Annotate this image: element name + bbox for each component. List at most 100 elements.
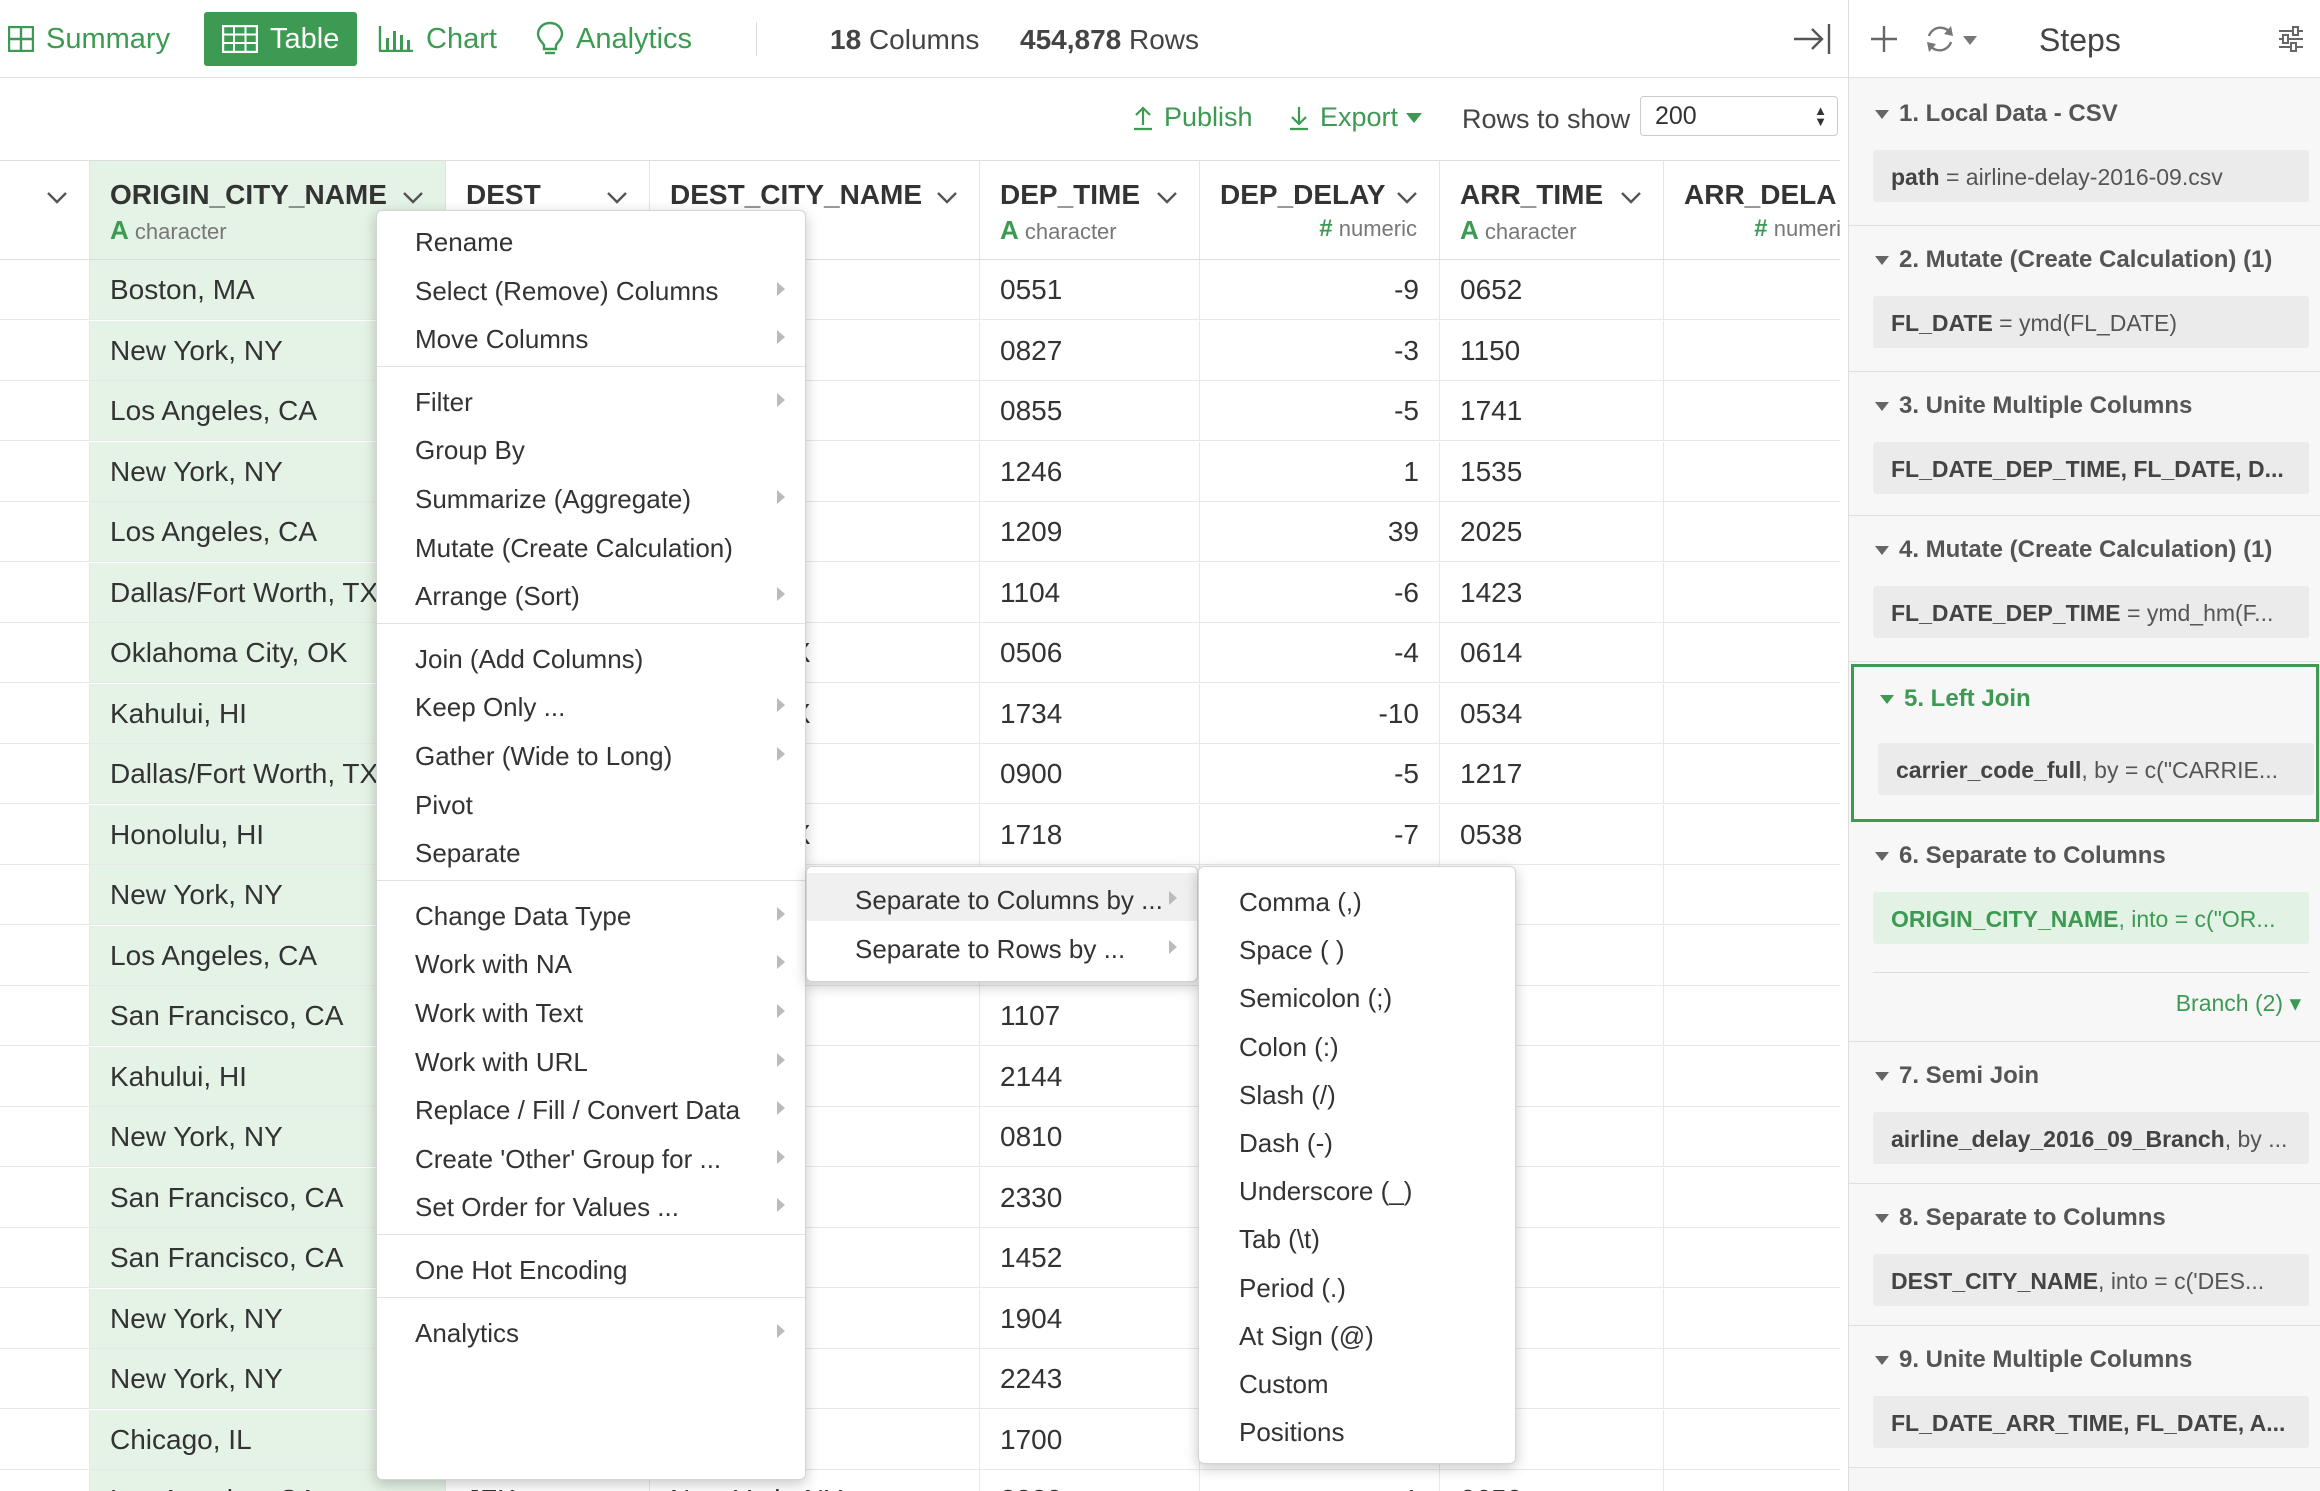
table-cell[interactable]: 0650: [1440, 1470, 1664, 1491]
menu-item[interactable]: Change Data Type: [377, 889, 805, 937]
menu-item[interactable]: Separate: [377, 826, 805, 874]
table-cell[interactable]: [1664, 1168, 1840, 1228]
table-cell[interactable]: [1664, 805, 1840, 865]
step-detail[interactable]: FL_DATE_ARR_TIME, FL_DATE, A...: [1873, 1396, 2309, 1448]
collapse-panel-icon[interactable]: [1792, 22, 1832, 56]
menu-item[interactable]: Move Columns: [377, 312, 805, 360]
step-detail[interactable]: carrier_code_full, by = c("CARRIE...: [1878, 743, 2314, 795]
table-cell[interactable]: -4: [1200, 623, 1440, 683]
table-cell[interactable]: 0506: [980, 623, 1200, 683]
tab-table[interactable]: Table: [204, 12, 358, 66]
column-header[interactable]: DEP_DELAY # numeric: [1200, 160, 1440, 260]
table-cell[interactable]: [0, 441, 90, 502]
column-menu-chevron-icon[interactable]: [606, 191, 628, 210]
expand-triangle-icon[interactable]: [1880, 695, 1894, 704]
step-item[interactable]: 9. Unite Multiple Columns FL_DATE_ARR_TIM…: [1849, 1326, 2320, 1468]
table-cell[interactable]: [0, 1107, 90, 1167]
menu-item[interactable]: Group By: [377, 423, 805, 471]
table-cell[interactable]: [0, 502, 90, 562]
table-cell[interactable]: [1664, 1349, 1840, 1409]
table-cell[interactable]: [0, 986, 90, 1046]
step-item[interactable]: 6. Separate to Columns ORIGIN_CITY_NAME, …: [1849, 822, 2320, 1042]
separate-submenu-item[interactable]: Separate to Rows by ...: [807, 922, 1197, 970]
tab-chart[interactable]: Chart: [378, 12, 497, 66]
step-item[interactable]: 3. Unite Multiple Columns FL_DATE_DEP_TIM…: [1849, 372, 2320, 516]
table-cell[interactable]: 0538: [1440, 804, 1664, 865]
settings-sliders-icon[interactable]: [2277, 26, 2305, 52]
separate-submenu-item[interactable]: Separate to Columns by ...: [807, 873, 1197, 921]
table-cell[interactable]: [0, 744, 90, 804]
table-cell[interactable]: [1664, 1047, 1840, 1107]
table-cell[interactable]: [0, 925, 90, 986]
table-cell[interactable]: -10: [1200, 683, 1440, 744]
column-header[interactable]: ARR_TIME A character: [1440, 160, 1664, 260]
table-cell[interactable]: 0810: [980, 1107, 1200, 1167]
step-detail[interactable]: DEST_CITY_NAME, into = c('DES...: [1873, 1254, 2309, 1306]
branch-dropdown[interactable]: Branch (2) ▾: [2176, 990, 2301, 1017]
table-cell[interactable]: 2144: [980, 1046, 1200, 1107]
table-cell[interactable]: 2330: [980, 1167, 1200, 1228]
step-item[interactable]: 5. Left Join carrier_code_full, by = c("C…: [1851, 664, 2319, 822]
table-cell[interactable]: [0, 623, 90, 683]
table-cell[interactable]: 2243: [980, 1349, 1200, 1409]
table-cell[interactable]: [1664, 865, 1840, 925]
delimiter-option[interactable]: Semicolon (;): [1199, 971, 1515, 1019]
table-cell[interactable]: [1664, 744, 1840, 804]
menu-item[interactable]: Create 'Other' Group for ...: [377, 1132, 805, 1180]
table-cell[interactable]: 1535: [1440, 441, 1664, 502]
table-cell[interactable]: [0, 381, 90, 441]
menu-item[interactable]: Set Order for Values ...: [377, 1180, 805, 1228]
table-cell[interactable]: [0, 1470, 90, 1491]
menu-item[interactable]: Arrange (Sort): [377, 569, 805, 617]
table-cell[interactable]: 0652: [1440, 260, 1664, 320]
table-cell[interactable]: [0, 683, 90, 744]
step-detail[interactable]: path = airline-delay-2016-09.csv: [1873, 150, 2309, 202]
table-cell[interactable]: 1734: [980, 683, 1200, 744]
step-detail[interactable]: FL_DATE_DEP_TIME = ymd_hm(F...: [1873, 586, 2309, 638]
step-detail[interactable]: airline_delay_2016_09_Branch, by ...: [1873, 1112, 2309, 1164]
column-menu-chevron-icon[interactable]: [46, 191, 68, 210]
table-cell[interactable]: [0, 562, 90, 623]
tab-summary[interactable]: Summary: [8, 12, 170, 66]
delimiter-option[interactable]: Tab (\t): [1199, 1212, 1515, 1260]
step-detail[interactable]: FL_DATE_DEP_TIME, FL_DATE, D...: [1873, 442, 2309, 494]
table-cell[interactable]: 1246: [980, 441, 1200, 502]
step-detail[interactable]: ORIGIN_CITY_NAME, into = c("OR...: [1873, 892, 2309, 944]
menu-item[interactable]: Summarize (Aggregate): [377, 472, 805, 520]
rows-to-show-select[interactable]: 200 ▲ ▼: [1640, 96, 1838, 136]
table-cell[interactable]: [0, 1288, 90, 1349]
expand-triangle-icon[interactable]: [1875, 852, 1889, 861]
table-cell[interactable]: -5: [1200, 744, 1440, 804]
delimiter-option[interactable]: Comma (,): [1199, 875, 1515, 923]
delimiter-option[interactable]: Custom: [1199, 1357, 1515, 1405]
table-cell[interactable]: 0900: [980, 744, 1200, 804]
plus-icon[interactable]: [1869, 24, 1899, 54]
step-item[interactable]: 2. Mutate (Create Calculation) (1) FL_DAT…: [1849, 226, 2320, 372]
table-cell[interactable]: 1150: [1440, 320, 1664, 381]
expand-triangle-icon[interactable]: [1875, 402, 1889, 411]
table-cell[interactable]: [1664, 381, 1840, 441]
table-cell[interactable]: 1217: [1440, 744, 1664, 804]
table-cell[interactable]: 0827: [980, 320, 1200, 381]
refresh-icon[interactable]: [1923, 22, 1957, 56]
table-cell[interactable]: [1664, 1470, 1840, 1491]
table-cell[interactable]: 1107: [980, 986, 1200, 1046]
table-cell[interactable]: 1209: [980, 502, 1200, 562]
table-cell[interactable]: -6: [1200, 562, 1440, 623]
delimiter-option[interactable]: Space ( ): [1199, 923, 1515, 971]
table-cell[interactable]: [1664, 926, 1840, 986]
table-cell[interactable]: -3: [1200, 320, 1440, 381]
expand-triangle-icon[interactable]: [1875, 1072, 1889, 1081]
expand-triangle-icon[interactable]: [1875, 110, 1889, 119]
table-cell[interactable]: [1664, 321, 1840, 381]
table-cell[interactable]: [0, 804, 90, 865]
table-cell[interactable]: 1104: [980, 562, 1200, 623]
table-cell[interactable]: -5: [1200, 381, 1440, 441]
table-cell[interactable]: [1664, 260, 1840, 320]
table-cell[interactable]: [1664, 502, 1840, 562]
table-cell[interactable]: [1664, 563, 1840, 623]
step-detail[interactable]: FL_DATE = ymd(FL_DATE): [1873, 296, 2309, 348]
step-item[interactable]: 4. Mutate (Create Calculation) (1) FL_DAT…: [1849, 516, 2320, 662]
table-cell[interactable]: 1904: [980, 1288, 1200, 1349]
table-cell[interactable]: [1664, 623, 1840, 683]
